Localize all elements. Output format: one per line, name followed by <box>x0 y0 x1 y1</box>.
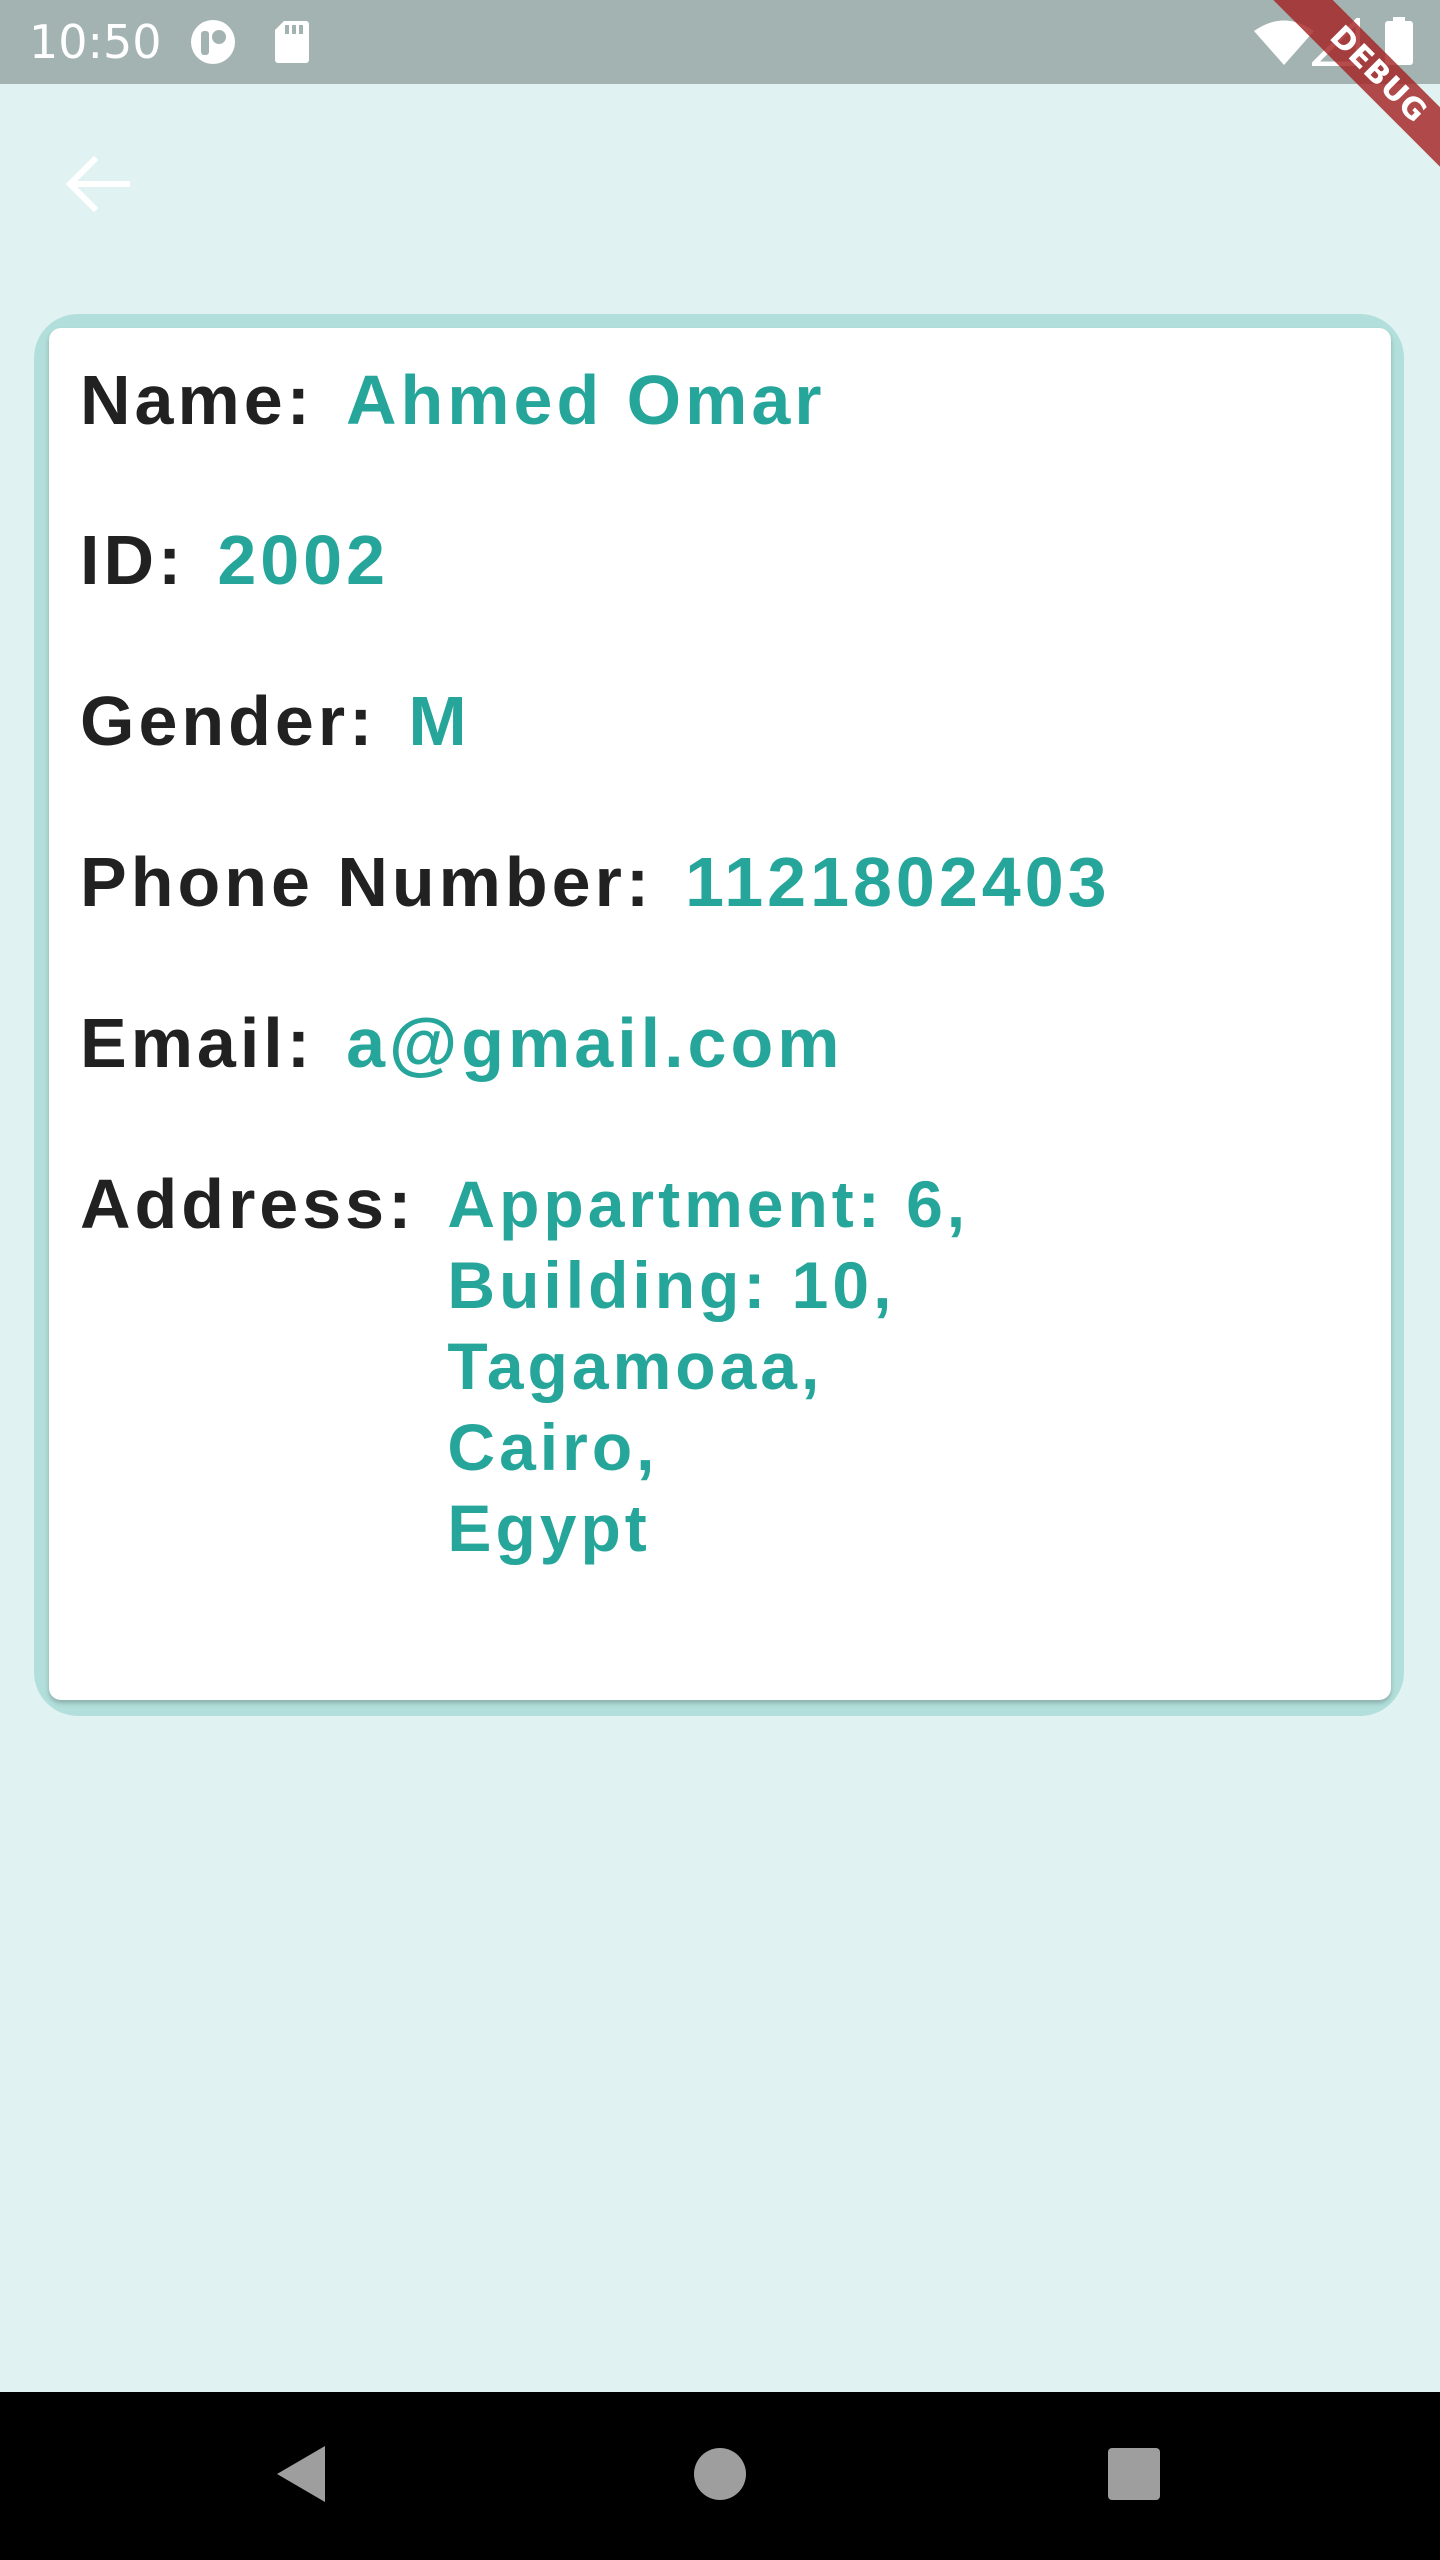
debug-banner-label: DEBUG <box>1257 0 1440 196</box>
name-label: Name: <box>80 361 314 439</box>
status-time: 10:50 <box>29 15 162 69</box>
home-circle-icon <box>692 2446 748 2507</box>
id-row: ID: 2002 <box>80 520 389 601</box>
recents-square-icon <box>1106 2446 1162 2507</box>
email-row: Email: a@gmail.com <box>80 1003 843 1084</box>
gender-label: Gender: <box>80 682 377 760</box>
status-bar: 10:50 <box>0 0 1440 84</box>
address-row: Address: Appartment: 6, Building: 10, Ta… <box>80 1164 969 1569</box>
address-label: Address: <box>80 1165 416 1243</box>
sd-card-icon <box>274 19 310 70</box>
gender-row: Gender: M <box>80 681 471 762</box>
phone-label: Phone Number: <box>80 843 654 921</box>
nav-recents-button[interactable] <box>1080 2422 1188 2530</box>
arrow-back-icon <box>65 155 131 217</box>
back-button[interactable] <box>50 138 146 234</box>
gender-value: M <box>408 682 471 760</box>
media-icon <box>188 19 238 70</box>
id-value: 2002 <box>217 521 390 599</box>
address-line: Appartment: 6, <box>447 1167 970 1241</box>
address-value: Appartment: 6, Building: 10, Tagamoaa, C… <box>447 1164 969 1569</box>
phone-value: 1121802403 <box>685 843 1111 921</box>
email-value: a@gmail.com <box>346 1004 844 1082</box>
address-line: Tagamoaa, <box>447 1329 824 1403</box>
address-line: Cairo, <box>447 1410 659 1484</box>
address-line: Egypt <box>447 1491 651 1565</box>
profile-card: Name: Ahmed Omar ID: 2002 Gender: M Phon… <box>49 328 1391 1700</box>
name-value: Ahmed Omar <box>345 361 826 439</box>
phone-row: Phone Number: 1121802403 <box>80 842 1111 923</box>
navigation-bar <box>0 2392 1440 2560</box>
id-label: ID: <box>80 521 186 599</box>
nav-back-button[interactable] <box>247 2422 355 2530</box>
name-row: Name: Ahmed Omar <box>80 360 826 441</box>
nav-home-button[interactable] <box>666 2422 774 2530</box>
email-label: Email: <box>80 1004 315 1082</box>
debug-banner: DEBUG <box>1230 0 1440 210</box>
address-line: Building: 10, <box>447 1248 896 1322</box>
back-triangle-icon <box>273 2444 329 2509</box>
